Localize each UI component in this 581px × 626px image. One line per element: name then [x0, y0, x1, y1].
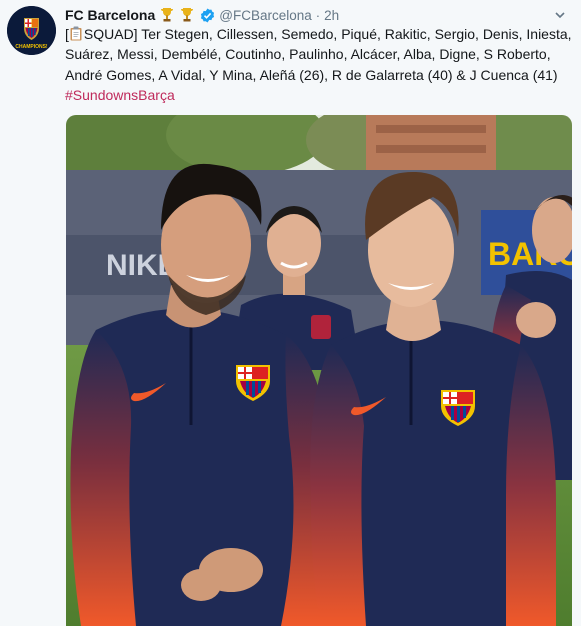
trophy-icon	[179, 7, 195, 23]
photo-illustration: NIKE BARCE	[66, 115, 572, 626]
tweet-photo[interactable]: NIKE BARCE	[66, 115, 572, 626]
hashtag-link[interactable]: #SundownsBarça	[65, 87, 175, 103]
tweet-header: FC Barcelona @FCBarcelona · 2h	[65, 5, 571, 25]
avatar-label: CHAMPIONS!	[15, 44, 48, 50]
tweet-text-line-1: SQUAD] Ter Stegen, Cillessen, Semedo, Pi…	[83, 26, 572, 42]
chevron-down-icon[interactable]	[553, 8, 567, 22]
verified-icon	[200, 7, 215, 23]
account-name[interactable]: FC Barcelona	[65, 7, 155, 23]
tweet-timestamp[interactable]: 2h	[324, 8, 339, 23]
tweet-text-line-2: Suárez, Messi, Dembélé, Coutinho, Paulin…	[65, 46, 551, 63]
separator-dot: ·	[315, 7, 321, 23]
tweet-card[interactable]: CHAMPIONS! FC Barcelona @FCBarcelona · 2…	[0, 0, 581, 626]
trophy-icon	[159, 7, 175, 23]
clipboard-icon	[69, 26, 83, 41]
account-handle[interactable]: @FCBarcelona	[219, 8, 312, 23]
avatar[interactable]: CHAMPIONS!	[7, 6, 56, 55]
tweet-text: [SQUAD] Ter Stegen, Cillessen, Semedo, P…	[65, 24, 573, 105]
tweet-text-line-3: André Gomes, A Vidal, Y Mina, Aleñá (26)…	[65, 66, 558, 83]
